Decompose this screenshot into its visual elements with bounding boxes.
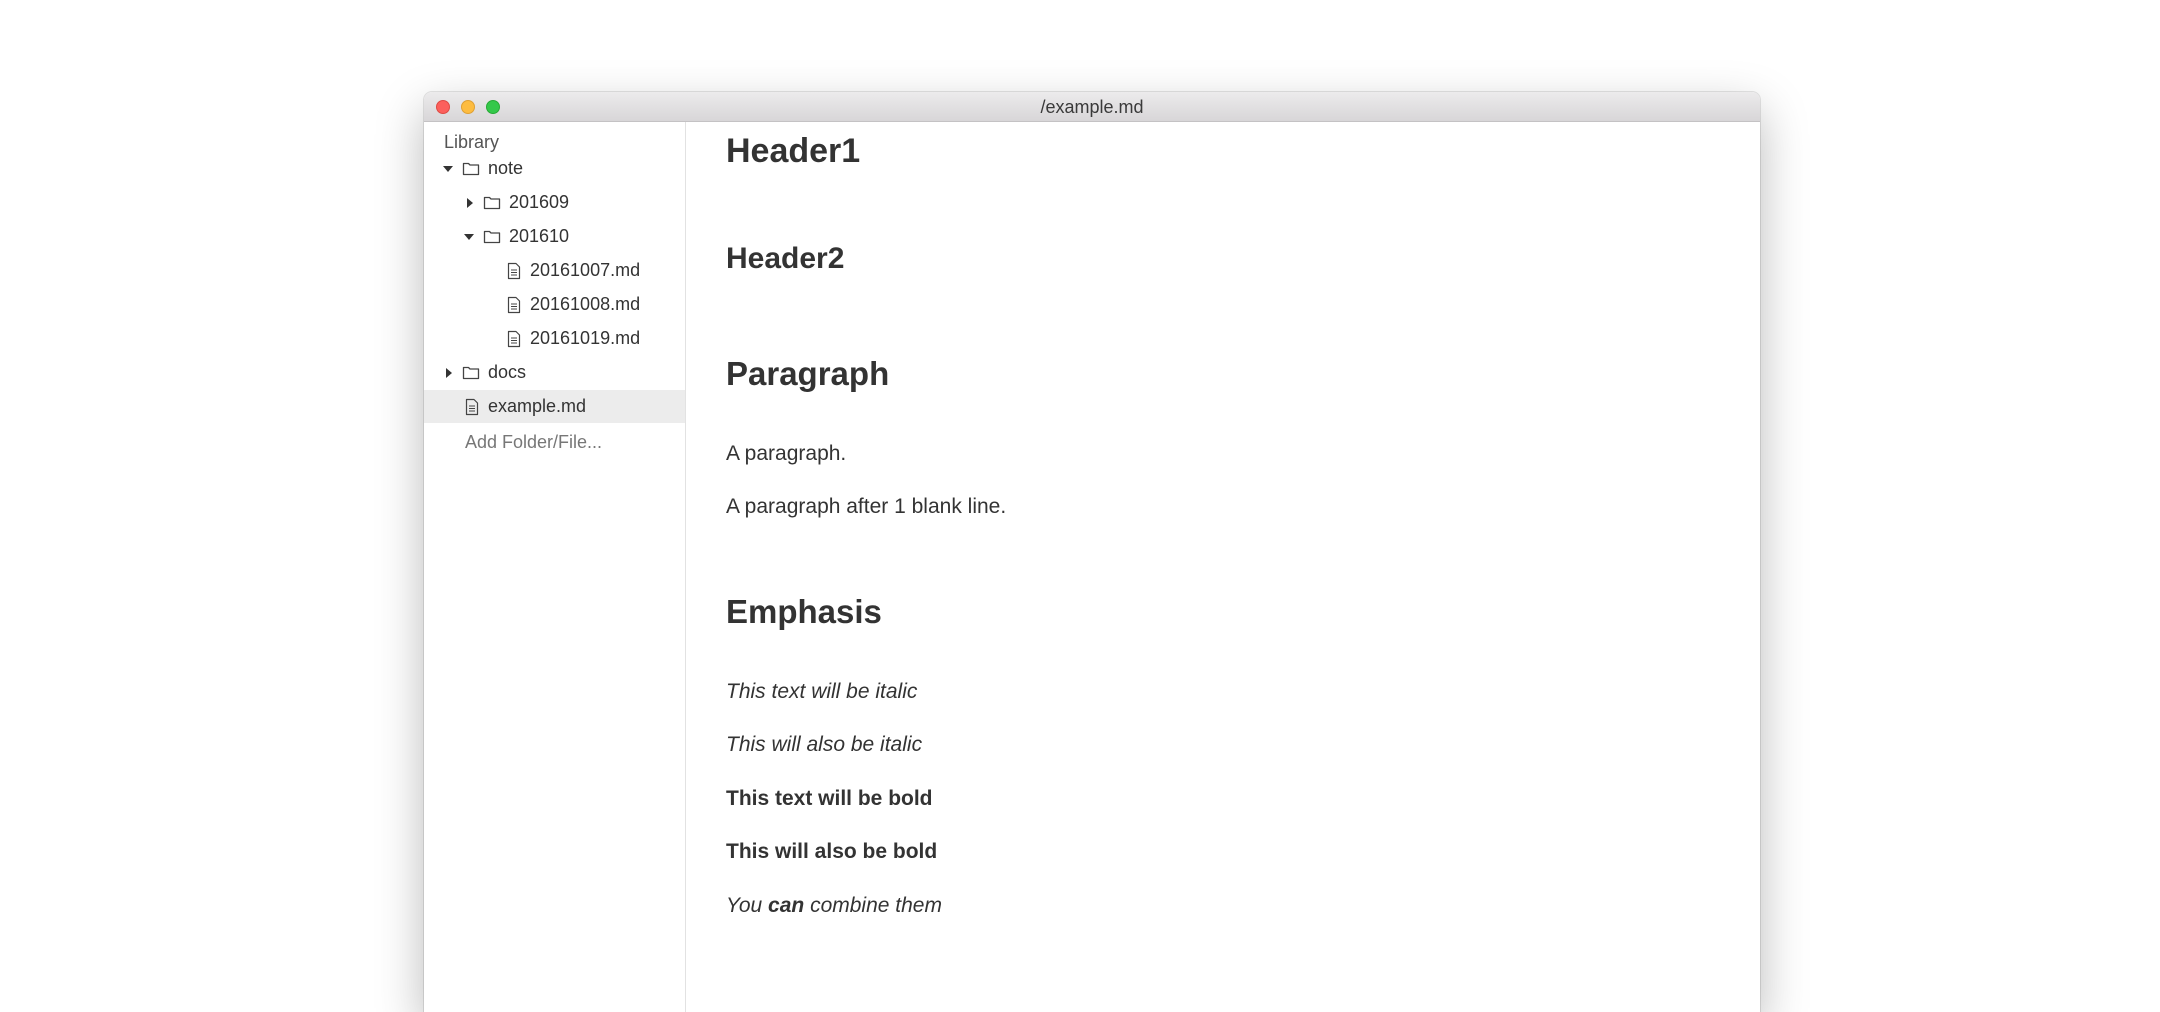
tree-item-20161007-md[interactable]: 20161007.md: [424, 254, 685, 287]
tree-item-label: example.md: [488, 396, 587, 416]
expanded-arrow-icon[interactable]: [442, 152, 454, 185]
collapsed-arrow-icon[interactable]: [443, 356, 455, 389]
combined-bold-word: can: [768, 894, 805, 917]
heading-header1: Header1: [726, 132, 861, 170]
combined-emphasis-text: You can combine them: [726, 894, 942, 918]
tree-item-label: 20161007.md: [530, 260, 641, 280]
tree-item-20161008-md[interactable]: 20161008.md: [424, 288, 685, 321]
tree-item-example-md[interactable]: example.md: [424, 390, 685, 423]
heading-paragraph: Paragraph: [726, 355, 890, 392]
tree-item-201609[interactable]: 201609: [424, 186, 685, 219]
document-icon: [464, 390, 482, 423]
tree-item-label: note: [488, 158, 524, 178]
tree-item-label: 201610: [509, 226, 570, 246]
collapsed-arrow-icon[interactable]: [464, 186, 476, 219]
markdown-preview: Header1 Header2 Paragraph A paragraph. A…: [686, 122, 1760, 1012]
folder-icon: [483, 220, 501, 253]
document-icon: [506, 288, 524, 321]
folder-icon: [483, 186, 501, 219]
tree-item-docs[interactable]: docs: [424, 356, 685, 389]
tree-item-label: docs: [488, 362, 527, 382]
paragraph-text: A paragraph.: [726, 442, 847, 465]
app-window: /example.md Library note 201609 201610 2…: [424, 92, 1760, 1012]
tree-item-note[interactable]: note: [424, 152, 685, 185]
title-bar[interactable]: /example.md: [424, 92, 1760, 122]
bold-text: This text will be bold: [726, 787, 933, 810]
tree-item-label: 20161008.md: [530, 294, 641, 314]
combined-prefix: You: [726, 894, 769, 917]
tree-item-label: 20161019.md: [530, 328, 641, 348]
paragraph-text: A paragraph after 1 blank line.: [726, 495, 1007, 518]
heading-header2: Header2: [726, 242, 845, 275]
italic-text: This will also be italic: [726, 733, 923, 756]
italic-text: This text will be italic: [726, 680, 918, 703]
window-title: /example.md: [1040, 97, 1144, 117]
heading-emphasis: Emphasis: [726, 593, 882, 630]
expanded-arrow-icon[interactable]: [463, 220, 475, 253]
bold-text: This will also be bold: [726, 840, 938, 863]
tree-item-label: 201609: [509, 192, 570, 212]
add-folder-file-button[interactable]: Add Folder/File...: [465, 432, 602, 453]
tree-item-201610[interactable]: 201610: [424, 220, 685, 253]
sidebar: Library note 201609 201610 20161007.md 2…: [424, 122, 686, 1012]
tree-item-20161019-md[interactable]: 20161019.md: [424, 322, 685, 355]
folder-icon: [462, 152, 480, 185]
library-label: Library: [444, 132, 500, 152]
document-icon: [506, 254, 524, 287]
folder-icon: [462, 356, 480, 389]
document-icon: [506, 322, 524, 355]
combined-suffix: combine them: [804, 894, 942, 917]
